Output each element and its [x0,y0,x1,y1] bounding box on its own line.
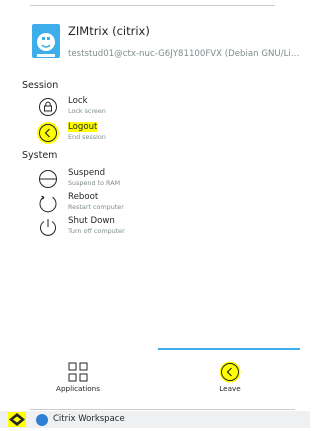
tab-applications[interactable]: Applications [3,357,153,397]
user-header: ZIMtrix (citrix) teststud01@ctx-nuc-G6JY… [0,16,310,72]
tab-leave[interactable]: Leave [155,357,305,397]
active-tab-indicator [158,348,300,350]
suspend-item[interactable]: Suspend Suspend to RAM [36,167,276,193]
taskbar: Citrix Workspace [0,411,310,428]
logout-item[interactable]: Logout End session [36,121,276,147]
lock-icon [39,98,57,116]
tab-applications-label: Applications [56,384,100,393]
user-host: teststud01@ctx-nuc-G6JY81100FVX (Debian … [68,49,304,59]
application-launcher-button[interactable] [8,412,26,427]
user-avatar-icon [37,33,55,57]
shutdown-item[interactable]: Shut Down Turn off computer [36,215,276,241]
user-name: ZIMtrix (citrix) [68,24,150,38]
section-system-title: System [22,150,58,161]
suspend-sublabel: Suspend to RAM [68,179,121,187]
reboot-item[interactable]: Reboot Restart computer [36,191,276,217]
suspend-label: Suspend [68,168,106,178]
shutdown-sublabel: Turn off computer [68,227,125,235]
reboot-sublabel: Restart computer [68,203,124,211]
avatar [32,24,60,58]
application-launcher-icon [9,413,25,426]
citrix-workspace-task[interactable]: Citrix Workspace [53,414,125,424]
logout-sublabel: End session [68,133,106,141]
lock-label: Lock [68,96,88,106]
lock-item[interactable]: Lock Lock screen [36,95,276,121]
reboot-label: Reboot [68,192,99,202]
taskbar-divider [30,409,295,410]
tab-leave-label: Leave [219,384,241,393]
logout-icon [39,124,57,142]
citrix-workspace-icon [36,414,48,426]
shutdown-label: Shut Down [68,216,115,226]
logout-label: Logout [68,122,98,132]
shutdown-icon [40,219,56,236]
lock-sublabel: Lock screen [68,107,106,115]
section-session-title: Session [22,80,59,91]
reboot-icon [39,195,57,213]
top-divider [30,5,275,6]
applications-grid-icon [68,362,88,382]
leave-icon [219,361,241,383]
suspend-icon [39,170,57,188]
